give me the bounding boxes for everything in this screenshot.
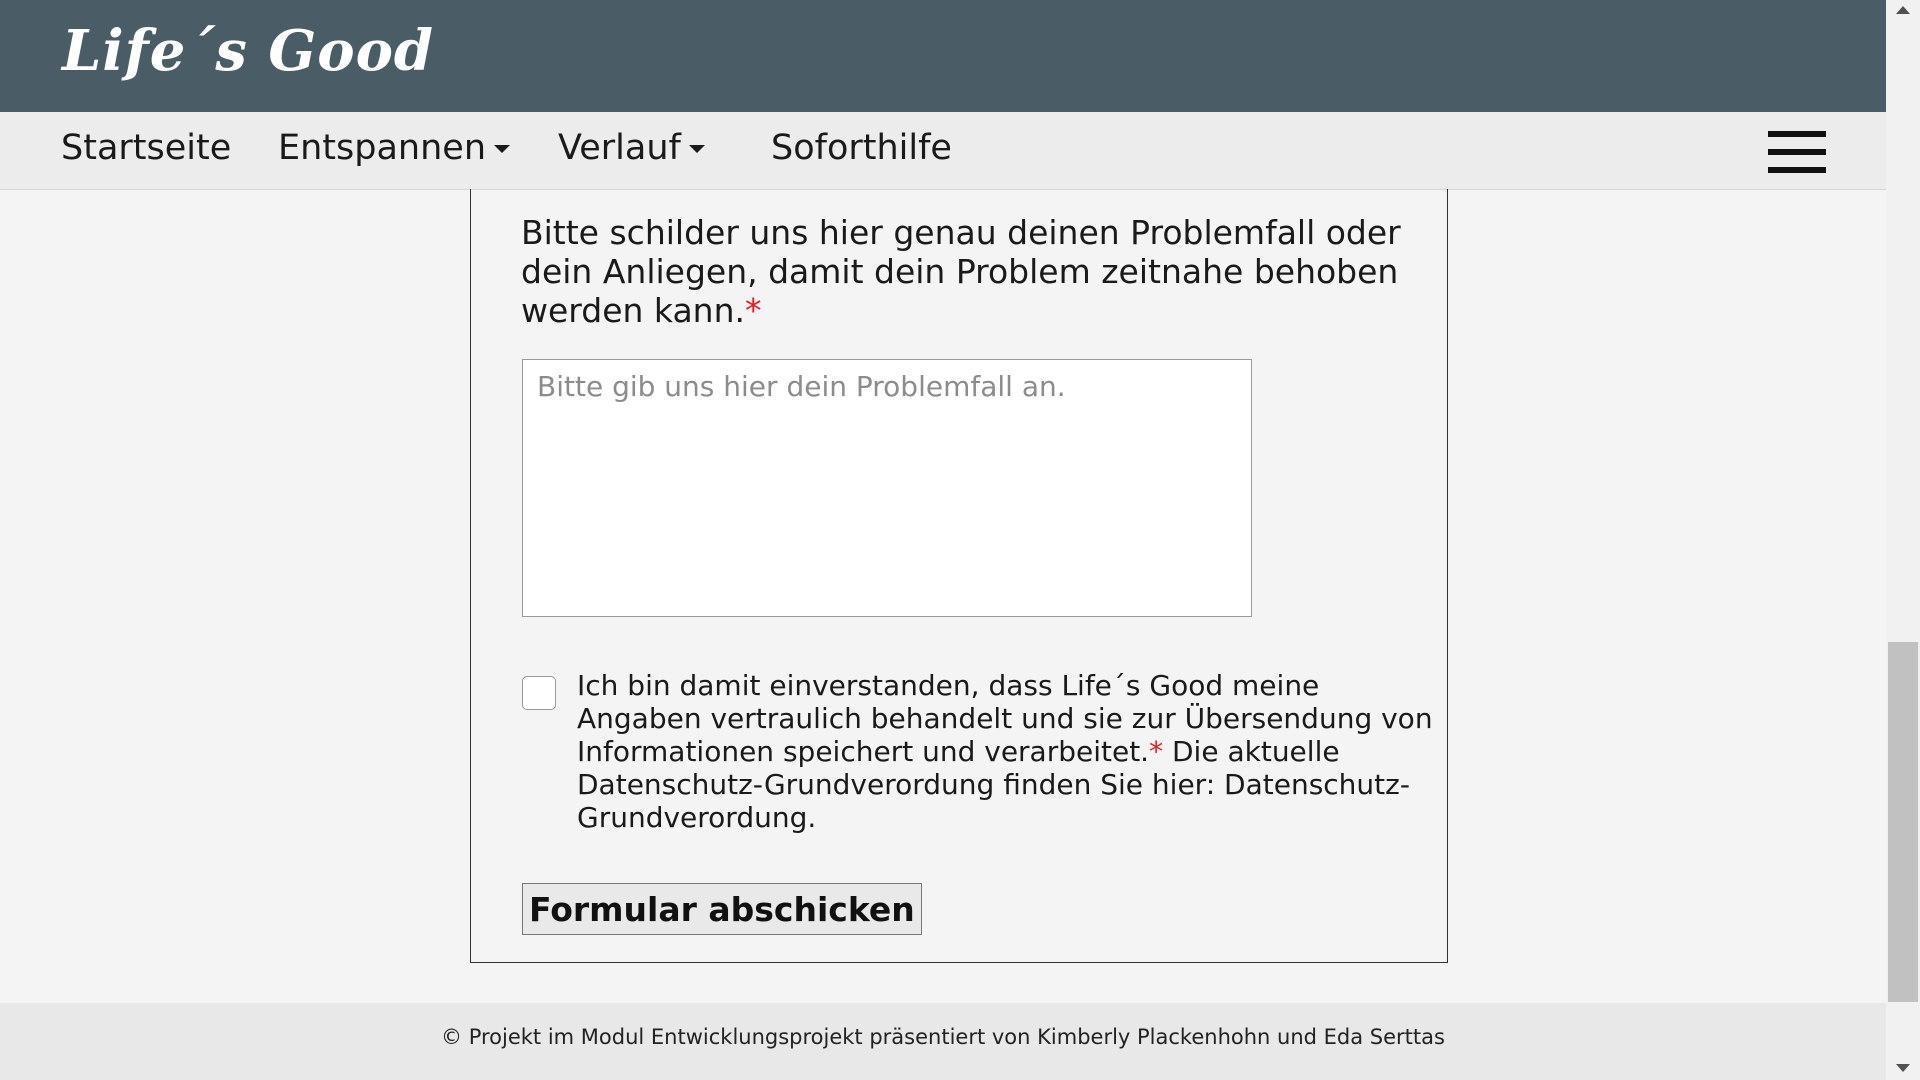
scroll-down-arrow-icon[interactable]: [1896, 1064, 1910, 1072]
consent-label: Ich bin damit einverstanden, dass Life´s…: [577, 669, 1437, 834]
nav-item-startseite[interactable]: Startseite: [61, 128, 231, 168]
nav-item-soforthilfe[interactable]: Soforthilfe: [771, 128, 952, 168]
caret-down-icon: [494, 145, 511, 153]
site-header: Life´s Good: [0, 0, 1886, 112]
caret-down-icon: [688, 145, 705, 153]
hamburger-menu-icon[interactable]: [1768, 131, 1826, 173]
required-marker: *: [745, 291, 762, 330]
nav-item-verlauf[interactable]: Verlauf: [558, 128, 705, 168]
problem-question-label: Bitte schilder uns hier genau deinen Pro…: [521, 213, 1401, 330]
nav-item-label: Startseite: [61, 128, 232, 168]
scrollbar-thumb[interactable]: [1888, 642, 1918, 1002]
nav-item-label: Soforthilfe: [771, 128, 952, 168]
submit-form-button[interactable]: Formular abschicken: [522, 883, 922, 935]
footer-copyright: © Projekt im Modul Entwicklungsprojekt p…: [441, 1025, 1445, 1049]
question-text: Bitte schilder uns hier genau deinen Pro…: [521, 213, 1401, 330]
scroll-up-arrow-icon[interactable]: [1896, 6, 1910, 14]
site-footer: © Projekt im Modul Entwicklungsprojekt p…: [0, 1003, 1886, 1080]
consent-checkbox[interactable]: [522, 676, 556, 710]
page: Life´s Good Startseite Entspannen Verlau…: [0, 0, 1920, 1080]
main-navigation: Startseite Entspannen Verlauf Soforthilf…: [0, 112, 1886, 190]
site-logo[interactable]: Life´s Good: [62, 18, 434, 84]
nav-item-label: Entspannen: [278, 128, 487, 168]
nav-item-entspannen[interactable]: Entspannen: [278, 128, 511, 168]
required-marker: *: [1149, 735, 1164, 768]
problem-report-form: Bitte schilder uns hier genau deinen Pro…: [470, 189, 1448, 963]
problem-description-textarea[interactable]: [522, 359, 1252, 617]
nav-item-label: Verlauf: [558, 128, 681, 168]
vertical-scrollbar[interactable]: [1886, 0, 1920, 1080]
